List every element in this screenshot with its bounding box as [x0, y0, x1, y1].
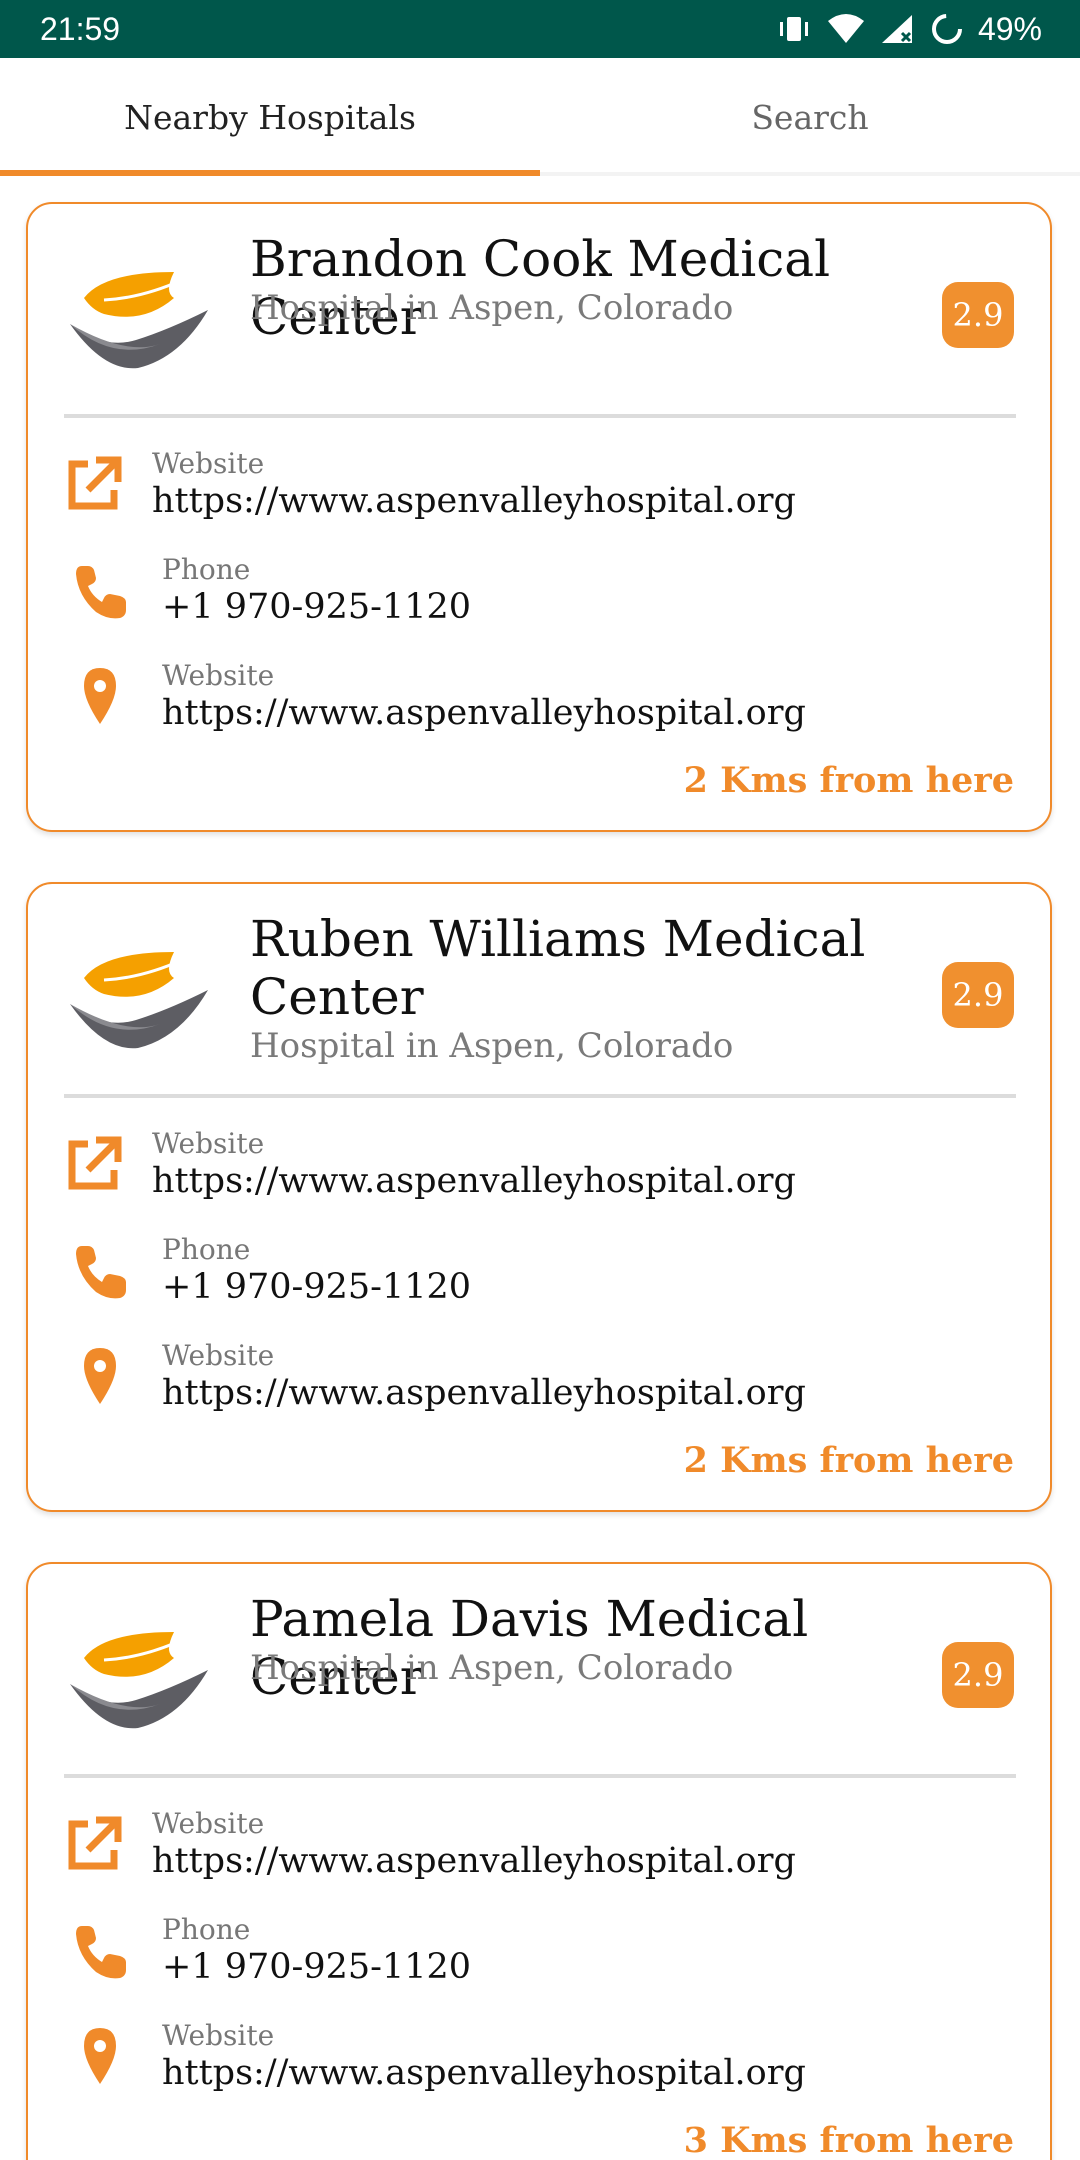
distance-text: 2 Kms from here [683, 1440, 1014, 1481]
website-label: Website [152, 447, 265, 480]
rating-badge: 2.9 [942, 962, 1014, 1028]
battery-circle-icon [931, 14, 962, 44]
phone-number[interactable]: +1 970-925-1120 [162, 1946, 471, 1988]
open-external-icon [68, 1816, 122, 1870]
location-label: Website [162, 2019, 275, 2052]
hospital-card[interactable]: Brandon Cook Medical Center Hospital in … [26, 202, 1052, 832]
phone-label: Phone [162, 553, 251, 586]
hospital-subtitle: Hospital in Aspen, Colorado [250, 288, 734, 328]
hospital-logo-icon [70, 272, 208, 369]
tab-bar: Nearby Hospitals Search [0, 58, 1080, 176]
location-label: Website [162, 659, 275, 692]
location-pin-icon [84, 1348, 116, 1404]
rating-badge: 2.9 [942, 1642, 1014, 1708]
vibrate-icon [779, 17, 808, 41]
battery-percent: 49% [977, 11, 1042, 47]
rating-badge: 2.9 [942, 282, 1014, 348]
location-row[interactable]: Website https://www.aspenvalleyhospital.… [28, 2012, 1048, 2112]
hospital-subtitle: Hospital in Aspen, Colorado [250, 1648, 734, 1688]
status-icons: 49% [776, 8, 1042, 50]
card-divider [64, 1774, 1016, 1778]
hospital-logo-icon [70, 952, 208, 1049]
website-row[interactable]: Website https://www.aspenvalleyhospital.… [28, 1120, 1048, 1220]
signal-icon [881, 15, 912, 43]
wifi-icon [827, 14, 864, 43]
distance-text: 3 Kms from here [683, 2120, 1014, 2160]
location-pin-icon [84, 668, 116, 724]
phone-icon [76, 566, 126, 619]
website-row[interactable]: Website https://www.aspenvalleyhospital.… [28, 1800, 1048, 1900]
hospital-list[interactable]: Brandon Cook Medical Center Hospital in … [0, 176, 1080, 2160]
phone-number[interactable]: +1 970-925-1120 [162, 586, 471, 628]
location-link[interactable]: https://www.aspenvalleyhospital.org [162, 1372, 806, 1414]
website-label: Website [152, 1127, 265, 1160]
status-time: 21:59 [40, 11, 121, 47]
phone-row[interactable]: Phone +1 970-925-1120 [28, 546, 1048, 646]
status-bar: 21:59 49% [0, 0, 1080, 58]
location-label: Website [162, 1339, 275, 1372]
card-divider [64, 414, 1016, 418]
location-link[interactable]: https://www.aspenvalleyhospital.org [162, 692, 806, 734]
hospital-name: Ruben Williams Medical Center [250, 910, 866, 1026]
distance-text: 2 Kms from here [683, 760, 1014, 801]
phone-row[interactable]: Phone +1 970-925-1120 [28, 1906, 1048, 2006]
phone-row[interactable]: Phone +1 970-925-1120 [28, 1226, 1048, 1326]
card-divider [64, 1094, 1016, 1098]
location-link[interactable]: https://www.aspenvalleyhospital.org [162, 2052, 806, 2094]
hospital-card[interactable]: Pamela Davis Medical Center Hospital in … [26, 1562, 1052, 2160]
open-external-icon [68, 456, 122, 510]
website-link[interactable]: https://www.aspenvalleyhospital.org [152, 480, 796, 522]
website-label: Website [152, 1807, 265, 1840]
website-link[interactable]: https://www.aspenvalleyhospital.org [152, 1840, 796, 1882]
website-link[interactable]: https://www.aspenvalleyhospital.org [152, 1160, 796, 1202]
hospital-logo-icon [70, 1632, 208, 1729]
tab-nearby-hospitals[interactable]: Nearby Hospitals [0, 58, 540, 176]
phone-label: Phone [162, 1913, 251, 1946]
phone-number[interactable]: +1 970-925-1120 [162, 1266, 471, 1308]
location-pin-icon [84, 2028, 116, 2084]
phone-icon [76, 1246, 126, 1299]
phone-icon [76, 1926, 126, 1979]
tab-search[interactable]: Search [540, 58, 1080, 176]
phone-label: Phone [162, 1233, 251, 1266]
location-row[interactable]: Website https://www.aspenvalleyhospital.… [28, 652, 1048, 752]
location-row[interactable]: Website https://www.aspenvalleyhospital.… [28, 1332, 1048, 1432]
open-external-icon [68, 1136, 122, 1190]
website-row[interactable]: Website https://www.aspenvalleyhospital.… [28, 440, 1048, 540]
hospital-subtitle: Hospital in Aspen, Colorado [250, 1026, 734, 1066]
hospital-card[interactable]: Ruben Williams Medical Center Hospital i… [26, 882, 1052, 1512]
